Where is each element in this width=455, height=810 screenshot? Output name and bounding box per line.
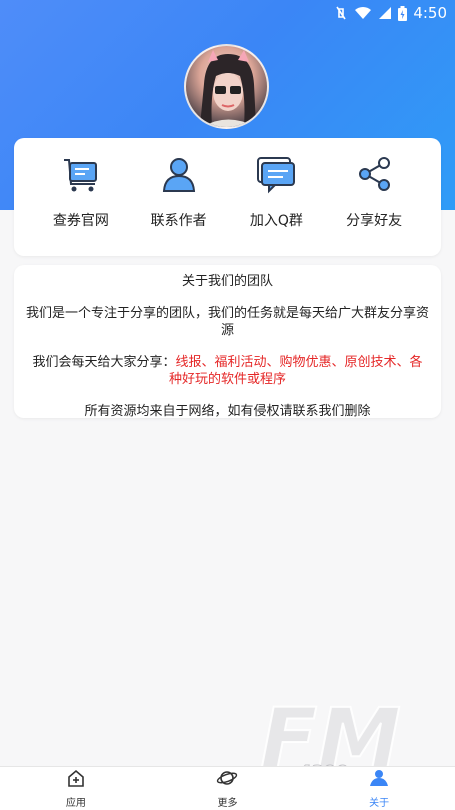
tab-label: 关于 bbox=[369, 798, 390, 809]
tab-about[interactable]: 关于 bbox=[334, 768, 424, 809]
status-bar: 4:50 bbox=[0, 0, 455, 26]
bottom-tab-bar: 应用 更多 关于 bbox=[0, 766, 455, 810]
avatar[interactable] bbox=[184, 44, 269, 129]
about-card: 关于我们的团队 我们是一个专注于分享的团队，我们的任务就是每天给广大群友分享资源… bbox=[14, 265, 441, 419]
share-icon bbox=[350, 150, 398, 198]
link-label: 加入Q群 bbox=[249, 213, 303, 229]
signal-icon bbox=[378, 6, 392, 20]
about-disclaimer: 所有资源均来自于网络，如有侵权请联系我们删除 bbox=[84, 404, 371, 419]
chat-icon bbox=[252, 150, 300, 198]
battery-charging-icon bbox=[398, 5, 408, 21]
about-mission: 我们是一个专注于分享的团队，我们的任务就是每天给广大群友分享资源 bbox=[26, 306, 430, 338]
tab-more[interactable]: 更多 bbox=[182, 768, 272, 809]
vibrate-off-icon bbox=[334, 5, 348, 21]
planet-icon bbox=[216, 768, 238, 792]
link-share-friends[interactable]: 分享好友 bbox=[329, 150, 419, 230]
home-add-icon bbox=[66, 768, 86, 792]
tab-label: 应用 bbox=[65, 798, 86, 809]
tab-apps[interactable]: 应用 bbox=[31, 768, 121, 809]
status-time: 4:50 bbox=[413, 4, 447, 22]
link-official-site[interactable]: 查券官网 bbox=[36, 150, 126, 230]
about-sharing: 我们会每天给大家分享：线报、福利活动、购物优惠、原创技术、各种好玩的软件或程序 bbox=[26, 354, 429, 388]
quick-links-card: 查券官网 联系作者 加入Q群 分享好友 bbox=[14, 138, 441, 256]
link-contact-author[interactable]: 联系作者 bbox=[134, 150, 224, 230]
wifi-icon bbox=[354, 6, 372, 20]
user-cloud-icon bbox=[368, 768, 390, 792]
about-sharing-prefix: 我们会每天给大家分享： bbox=[32, 355, 176, 370]
cart-icon bbox=[57, 150, 105, 198]
about-title: 关于我们的团队 bbox=[181, 274, 273, 289]
link-label: 查券官网 bbox=[52, 213, 109, 229]
about-sharing-highlight: 线报、福利活动、购物优惠、原创技术、各种好玩的软件或程序 bbox=[168, 355, 423, 387]
link-join-qq-group[interactable]: 加入Q群 bbox=[231, 150, 321, 230]
link-label: 分享好友 bbox=[346, 213, 403, 229]
user-icon bbox=[155, 150, 203, 198]
link-label: 联系作者 bbox=[150, 213, 207, 229]
tab-label: 更多 bbox=[217, 798, 238, 809]
